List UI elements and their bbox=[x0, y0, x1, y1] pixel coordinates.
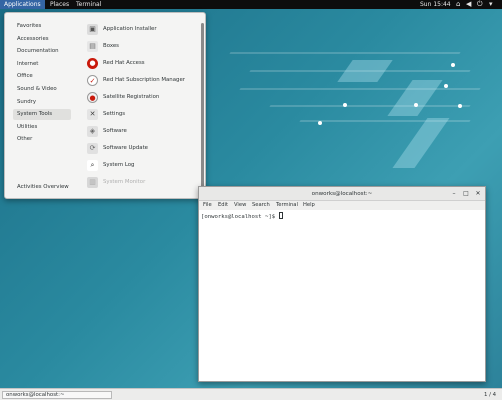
clock[interactable]: Sun 15:44 bbox=[420, 0, 451, 9]
boxes-icon: ▤ bbox=[87, 41, 98, 52]
chevron-down-icon[interactable]: ▾ bbox=[489, 0, 493, 9]
terminal-output[interactable]: [onworks@localhost ~]$ bbox=[199, 210, 485, 381]
category-other[interactable]: Other bbox=[13, 134, 71, 145]
app-system-log[interactable]: ⌕ System Log bbox=[87, 158, 199, 173]
category-system-tools[interactable]: System Tools bbox=[13, 109, 71, 120]
redhat-icon: ● bbox=[87, 58, 98, 69]
terminal-menu[interactable]: Terminal bbox=[72, 0, 105, 9]
app-software[interactable]: ◈ Software bbox=[87, 124, 199, 139]
app-system-monitor[interactable]: ▥ System Monitor bbox=[87, 175, 199, 190]
places-menu[interactable]: Places bbox=[46, 0, 73, 9]
activities-overview[interactable]: Activities Overview bbox=[13, 182, 83, 193]
category-favorites[interactable]: Favorites bbox=[13, 21, 71, 32]
installer-icon: ▣ bbox=[87, 24, 98, 35]
app-satellite-registration[interactable]: ● Satellite Registration bbox=[87, 90, 199, 105]
close-icon[interactable]: ✕ bbox=[474, 190, 482, 198]
app-settings[interactable]: ✕ Settings bbox=[87, 107, 199, 122]
terminal-window: onworks@localhost:~ – □ ✕ File Edit View… bbox=[198, 186, 486, 382]
software-icon: ◈ bbox=[87, 126, 98, 137]
menu-search[interactable]: Search bbox=[252, 201, 270, 210]
app-software-update[interactable]: ⟳ Software Update bbox=[87, 141, 199, 156]
menu-edit[interactable]: Edit bbox=[218, 201, 228, 210]
settings-icon: ✕ bbox=[87, 109, 98, 120]
applications-menu[interactable]: Applications bbox=[0, 0, 45, 9]
monitor-icon: ▥ bbox=[87, 177, 98, 188]
category-sundry[interactable]: Sundry bbox=[13, 97, 71, 108]
applications-dropdown: Favorites Accessories Documentation Inte… bbox=[4, 12, 206, 199]
category-utilities[interactable]: Utilities bbox=[13, 122, 71, 133]
category-sound-video[interactable]: Sound & Video bbox=[13, 84, 71, 95]
menu-terminal[interactable]: Terminal bbox=[276, 201, 298, 210]
maximize-icon[interactable]: □ bbox=[462, 190, 470, 198]
category-documentation[interactable]: Documentation bbox=[13, 46, 71, 57]
bottom-bar: onworks@localhost:~ 1 / 4 bbox=[0, 388, 502, 400]
network-icon[interactable]: ⌂ bbox=[456, 0, 460, 9]
menu-scrollbar[interactable] bbox=[201, 23, 204, 189]
log-icon: ⌕ bbox=[87, 160, 98, 171]
category-internet[interactable]: Internet bbox=[13, 59, 71, 70]
volume-icon[interactable]: ◀ bbox=[466, 0, 471, 9]
shell-prompt: [onworks@localhost ~]$ bbox=[201, 212, 284, 220]
power-icon[interactable]: ⏻ bbox=[477, 0, 483, 9]
menu-help[interactable]: Help bbox=[303, 201, 315, 210]
terminal-title: onworks@localhost:~ bbox=[311, 191, 373, 197]
menu-file[interactable]: File bbox=[203, 201, 212, 210]
text-cursor bbox=[279, 212, 284, 219]
subscription-icon: ✓ bbox=[87, 75, 98, 86]
app-red-hat-access[interactable]: ● Red Hat Access bbox=[87, 56, 199, 71]
menu-view[interactable]: View bbox=[234, 201, 246, 210]
category-office[interactable]: Office bbox=[13, 71, 71, 82]
top-bar: Applications Places Terminal Sun 15:44 ⌂… bbox=[0, 0, 502, 9]
category-accessories[interactable]: Accessories bbox=[13, 34, 71, 45]
terminal-menubar: File Edit View Search Terminal Help bbox=[199, 201, 485, 210]
app-application-installer[interactable]: ▣ Application Installer bbox=[87, 22, 199, 37]
app-subscription-manager[interactable]: ✓ Red Hat Subscription Manager bbox=[87, 73, 199, 88]
satellite-icon: ● bbox=[87, 92, 98, 103]
taskbar-item-terminal[interactable]: onworks@localhost:~ bbox=[2, 391, 112, 399]
workspace-indicator[interactable]: 1 / 4 bbox=[484, 389, 496, 400]
terminal-titlebar[interactable]: onworks@localhost:~ bbox=[199, 187, 485, 201]
minimize-icon[interactable]: – bbox=[450, 190, 458, 198]
update-icon: ⟳ bbox=[87, 143, 98, 154]
app-boxes[interactable]: ▤ Boxes bbox=[87, 39, 199, 54]
